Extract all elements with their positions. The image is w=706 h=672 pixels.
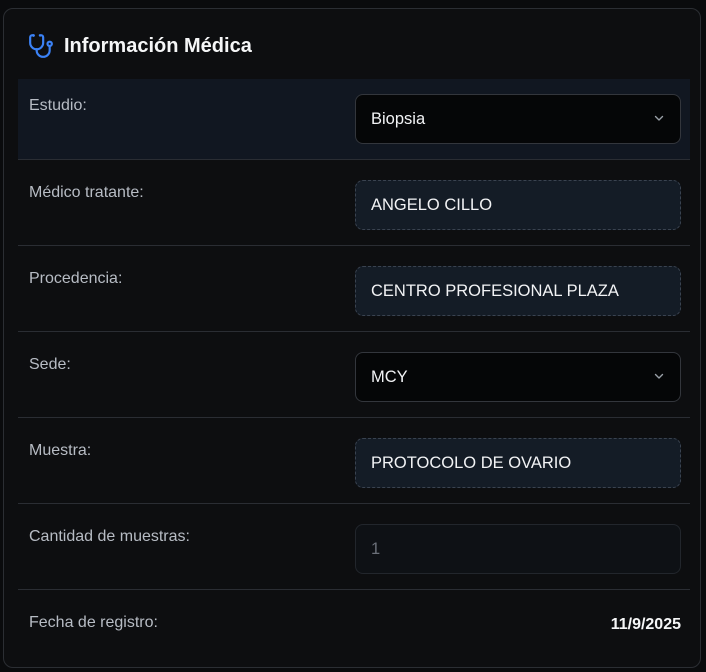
- estudio-select[interactable]: Biopsia: [355, 94, 681, 144]
- muestra-label: Muestra:: [29, 442, 92, 459]
- row-muestra: Muestra: PROTOCOLO DE OVARIO: [18, 418, 690, 504]
- fecha-label: Fecha de registro:: [29, 614, 158, 631]
- row-procedencia: Procedencia: CENTRO PROFESIONAL PLAZA: [18, 246, 690, 332]
- row-estudio: Estudio: Biopsia: [18, 79, 690, 160]
- procedencia-field[interactable]: CENTRO PROFESIONAL PLAZA: [355, 266, 681, 316]
- medico-value: ANGELO CILLO: [371, 195, 493, 214]
- row-fecha: Fecha de registro: 11/9/2025: [18, 590, 690, 660]
- card-title: Información Médica: [64, 34, 252, 57]
- stethoscope-icon: [28, 33, 54, 59]
- chevron-down-icon: [653, 110, 665, 129]
- card-header: Información Médica: [28, 33, 252, 59]
- medical-info-card: Información Médica Estudio: Biopsia Médi…: [3, 8, 701, 668]
- sede-select[interactable]: MCY: [355, 352, 681, 402]
- chevron-down-icon: [653, 368, 665, 387]
- sede-label: Sede:: [29, 356, 71, 373]
- cantidad-input[interactable]: 1: [355, 524, 681, 574]
- medico-label: Médico tratante:: [29, 184, 144, 201]
- row-medico: Médico tratante: ANGELO CILLO: [18, 160, 690, 246]
- muestra-value: PROTOCOLO DE OVARIO: [371, 453, 572, 472]
- muestra-field[interactable]: PROTOCOLO DE OVARIO: [355, 438, 681, 488]
- cantidad-value: 1: [371, 539, 381, 558]
- estudio-label: Estudio:: [29, 97, 87, 114]
- fecha-value: 11/9/2025: [610, 616, 681, 633]
- row-cantidad: Cantidad de muestras: 1: [18, 504, 690, 590]
- procedencia-label: Procedencia:: [29, 270, 123, 287]
- cantidad-label: Cantidad de muestras:: [29, 528, 190, 545]
- estudio-value: Biopsia: [371, 109, 426, 128]
- medico-field[interactable]: ANGELO CILLO: [355, 180, 681, 230]
- sede-value: MCY: [371, 367, 408, 386]
- procedencia-value: CENTRO PROFESIONAL PLAZA: [371, 281, 619, 300]
- row-sede: Sede: MCY: [18, 332, 690, 418]
